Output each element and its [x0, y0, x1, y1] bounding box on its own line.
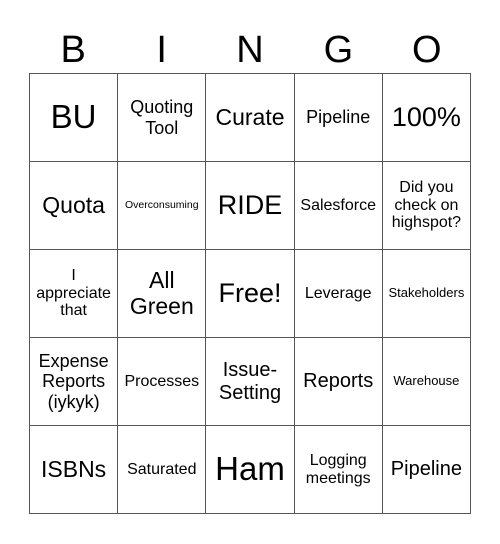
bingo-cell[interactable]: Processes [118, 338, 207, 426]
bingo-cell[interactable]: Salesforce [294, 162, 383, 250]
bingo-cell[interactable]: Reports [294, 338, 383, 426]
bingo-cell[interactable]: Issue-Setting [206, 338, 295, 426]
bingo-cell[interactable]: Quota [30, 162, 119, 250]
bingo-cell[interactable]: Quoting Tool [118, 74, 207, 162]
bingo-cell[interactable]: Leverage [294, 250, 383, 338]
bingo-cell-free-space[interactable]: Free! [206, 250, 295, 338]
bingo-cell[interactable]: Saturated [118, 426, 207, 514]
header-letter-b: B [60, 29, 86, 71]
bingo-cell[interactable]: Logging meetings [294, 426, 383, 514]
bingo-cell[interactable]: Expense Reports (iykyk) [30, 338, 119, 426]
bingo-cell[interactable]: Pipeline [294, 74, 383, 162]
header-letter-g: G [323, 29, 354, 71]
bingo-cell[interactable]: 100% [382, 74, 471, 162]
bingo-cell[interactable]: Overconsuming [118, 162, 207, 250]
bingo-cell[interactable]: Pipeline [382, 426, 471, 514]
bingo-cell[interactable]: ISBNs [30, 426, 119, 514]
bingo-cell[interactable]: BU [30, 74, 119, 162]
header-letter-n: N [236, 29, 264, 71]
bingo-cell[interactable]: Ham [206, 426, 295, 514]
header-letter-o: O [412, 29, 442, 71]
bingo-cell[interactable]: Warehouse [382, 338, 471, 426]
header-letter-i: I [156, 29, 167, 71]
bingo-cell[interactable]: Curate [206, 74, 295, 162]
bingo-cell[interactable]: All Green [118, 250, 207, 338]
bingo-cell[interactable]: Stakeholders [382, 250, 471, 338]
bingo-cell[interactable]: I appreciate that [30, 250, 119, 338]
bingo-card-grid: BU Quoting Tool Curate Pipeline 100% Quo… [29, 73, 471, 514]
bingo-cell[interactable]: Did you check on highspot? [382, 162, 471, 250]
bingo-cell[interactable]: RIDE [206, 162, 295, 250]
bingo-header: B I N G O [29, 28, 471, 72]
